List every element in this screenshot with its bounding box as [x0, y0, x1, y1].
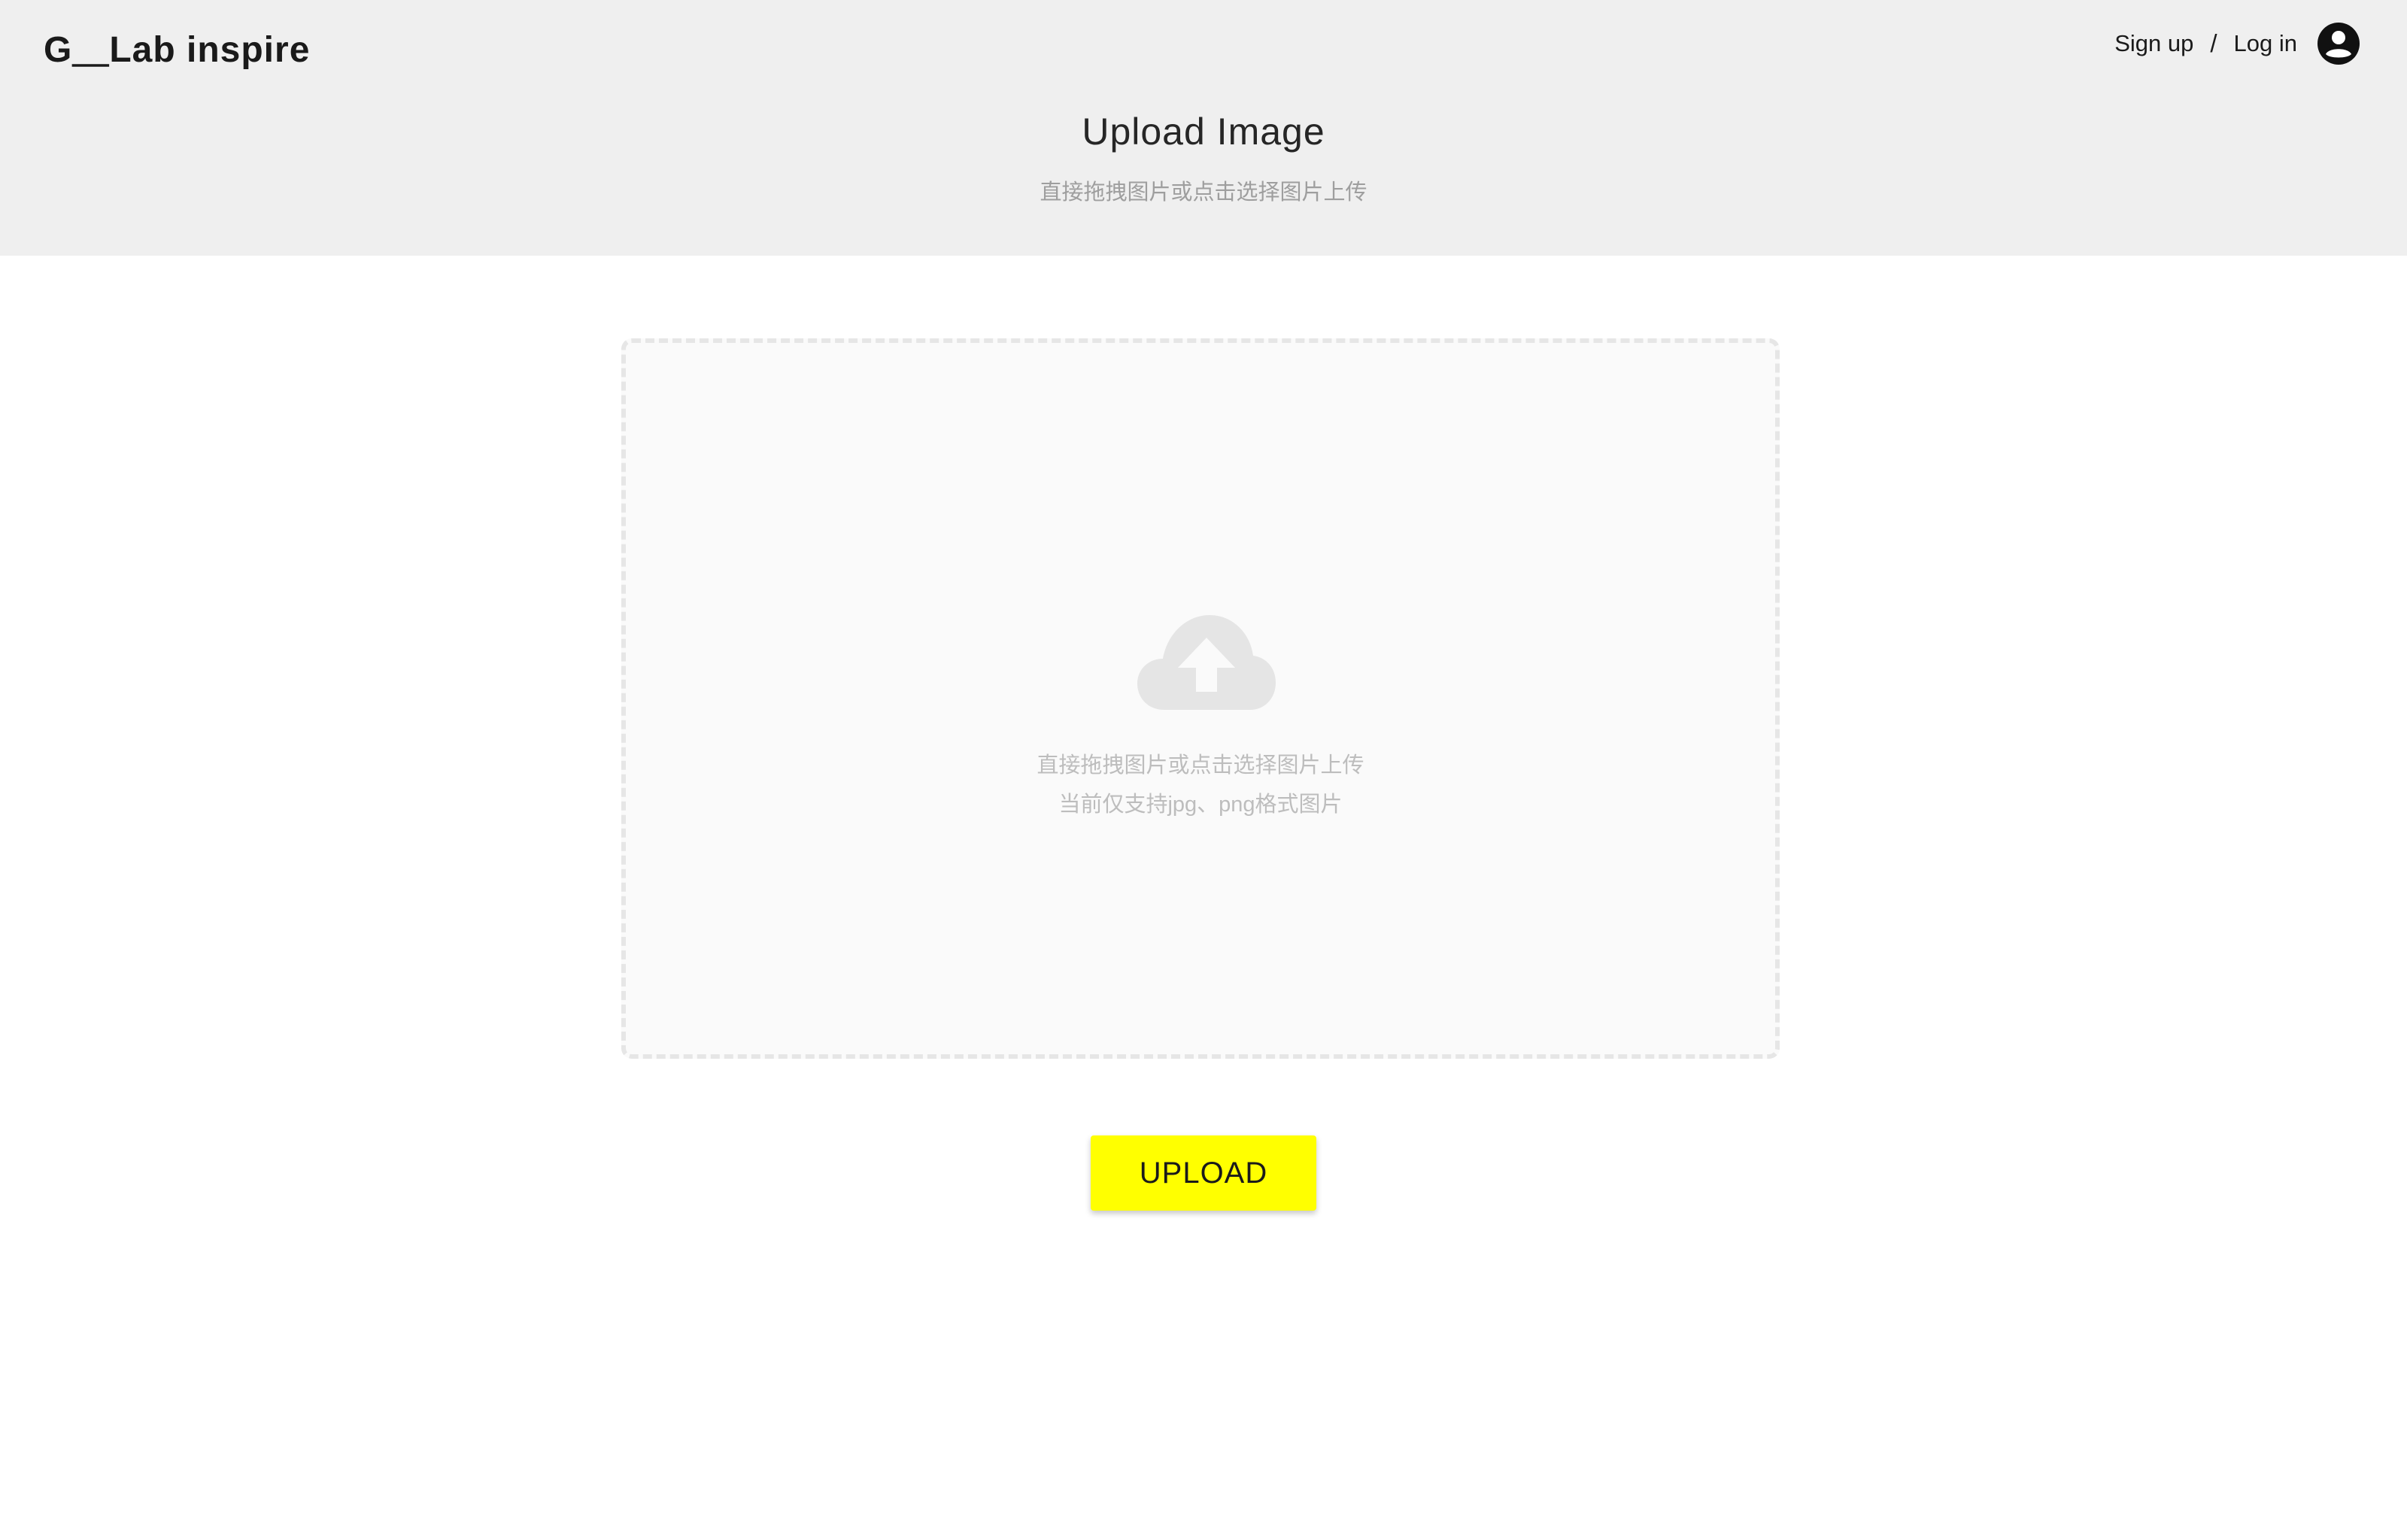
- upload-button[interactable]: UPLOAD: [1091, 1135, 1316, 1211]
- signup-link[interactable]: Sign up: [2114, 30, 2193, 57]
- account-circle-icon[interactable]: [2317, 22, 2360, 65]
- dropzone-hint: 直接拖拽图片或点击选择图片上传: [1037, 753, 1364, 778]
- brand-logo[interactable]: G＿Lab inspire: [44, 20, 310, 72]
- header-bar: G＿Lab inspire Sign up / Log in Upload Im…: [0, 0, 2407, 256]
- auth-links: Sign up / Log in: [2114, 20, 2360, 68]
- page-subtitle: 直接拖拽图片或点击选择图片上传: [1040, 180, 1367, 205]
- auth-separator: /: [2210, 29, 2217, 57]
- login-link[interactable]: Log in: [2234, 30, 2297, 57]
- image-dropzone[interactable]: 直接拖拽图片或点击选择图片上传 当前仅支持jpg、png格式图片: [621, 338, 1780, 1059]
- dropzone-format-note: 当前仅支持jpg、png格式图片: [1058, 793, 1343, 817]
- cloud-upload-icon: [1137, 615, 1276, 710]
- page-title: Upload Image: [1082, 111, 1325, 153]
